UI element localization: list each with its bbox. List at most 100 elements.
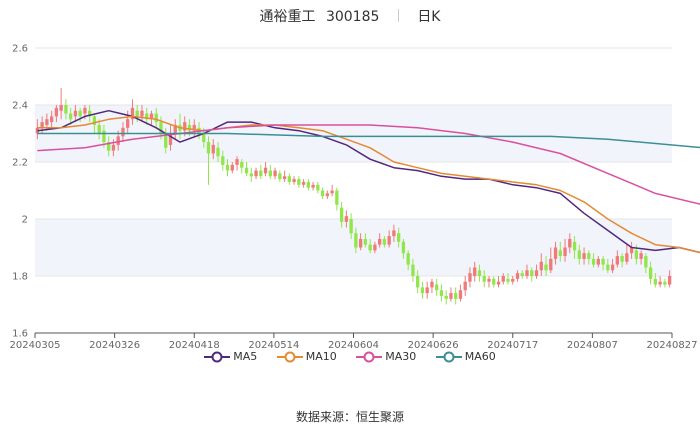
candle-body xyxy=(368,244,372,251)
legend-label: MA60 xyxy=(464,350,496,363)
y-tick-label: 1.6 xyxy=(12,329,28,340)
candle-body xyxy=(221,156,225,165)
candle-body xyxy=(216,147,220,157)
legend-item-ma60[interactable]: MA60 xyxy=(435,350,496,363)
legend-label: MA10 xyxy=(305,350,337,363)
candle-body xyxy=(435,284,439,291)
candle-body xyxy=(78,110,82,117)
candle-body xyxy=(411,264,415,276)
candle-body xyxy=(549,258,553,271)
candle-body xyxy=(658,281,662,285)
candle xyxy=(249,167,253,182)
candle-body xyxy=(111,144,116,151)
y-tick-label: 2 xyxy=(22,215,28,226)
candle-body xyxy=(558,250,562,257)
candle-body xyxy=(54,107,59,117)
candle-body xyxy=(520,273,524,276)
candle xyxy=(658,276,662,288)
candle-body xyxy=(316,184,320,191)
candle xyxy=(282,170,287,182)
legend-marker-icon xyxy=(435,351,462,363)
candle-body xyxy=(259,170,263,177)
candle-body xyxy=(468,273,472,282)
candle-body xyxy=(254,170,258,177)
candle-body xyxy=(244,167,249,174)
legend-marker-icon xyxy=(356,351,383,363)
candle-body xyxy=(496,281,501,285)
candle-body xyxy=(211,144,215,154)
y-axis-ticks: 1.6 1.8 2 2.2 2.4 2.6 xyxy=(12,44,28,340)
candle xyxy=(449,287,453,302)
candle xyxy=(320,187,325,200)
candle-body xyxy=(644,256,648,268)
candle xyxy=(325,190,330,200)
legend-item-ma5[interactable]: MA5 xyxy=(204,350,257,363)
candle-body xyxy=(454,293,458,299)
candle-body xyxy=(487,278,491,282)
candle-body xyxy=(401,241,406,254)
candle-body xyxy=(596,258,600,265)
legend-item-ma10[interactable]: MA10 xyxy=(276,350,337,363)
legend-marker-icon xyxy=(276,351,303,363)
candle-body xyxy=(59,105,63,111)
candle xyxy=(273,167,277,180)
candle-body xyxy=(492,278,496,285)
candle-body xyxy=(297,179,301,185)
candle-body xyxy=(577,250,581,259)
candle-body xyxy=(473,267,477,276)
y-tick-label: 1.8 xyxy=(12,272,28,283)
candle-body xyxy=(320,190,325,197)
candle-body xyxy=(615,256,619,265)
candle-body xyxy=(553,247,558,259)
candle-body xyxy=(49,116,54,123)
candle-body xyxy=(648,267,653,279)
candle-body xyxy=(477,270,482,276)
candle-body xyxy=(591,258,596,265)
legend-item-ma30[interactable]: MA30 xyxy=(356,350,416,363)
candle-body xyxy=(292,179,296,182)
candle-body xyxy=(463,281,467,291)
candle-body xyxy=(121,127,125,137)
candle-body xyxy=(363,238,368,245)
candle-body xyxy=(83,107,87,114)
candle-body xyxy=(667,276,672,285)
y-tick-label: 2.6 xyxy=(12,44,28,55)
candle-body xyxy=(278,173,282,180)
candle-body xyxy=(344,216,349,222)
candle-body xyxy=(282,176,287,180)
candle-body xyxy=(273,170,277,177)
candle-body xyxy=(235,159,239,165)
candle-body xyxy=(377,238,382,245)
candle xyxy=(301,179,306,188)
candle-body xyxy=(225,164,230,171)
candle-body xyxy=(511,278,515,282)
candle xyxy=(268,164,272,180)
candle-body xyxy=(430,281,434,288)
candle-body xyxy=(572,241,577,251)
candle-body xyxy=(183,122,187,131)
candle-body xyxy=(439,290,444,296)
candle-body xyxy=(64,105,68,114)
candle xyxy=(316,181,320,194)
candle-body xyxy=(458,290,463,299)
legend-marker-icon xyxy=(204,351,231,363)
candle-body xyxy=(625,253,629,262)
candle-body xyxy=(663,281,667,285)
candle-body xyxy=(416,276,420,288)
candle xyxy=(435,278,439,296)
candle-body xyxy=(73,110,78,117)
candle xyxy=(278,170,282,182)
candle xyxy=(425,281,429,299)
candle-body xyxy=(154,113,158,123)
candle xyxy=(439,284,444,302)
candle-body xyxy=(396,233,401,242)
candle-body xyxy=(116,136,120,145)
candle xyxy=(230,162,234,174)
data-source: 数据来源：恒生聚源 xyxy=(295,410,404,424)
candle xyxy=(292,176,296,185)
candle xyxy=(458,284,463,302)
candle xyxy=(511,276,515,285)
candle-body xyxy=(420,287,425,294)
candle-body xyxy=(45,119,49,125)
candle-body xyxy=(449,293,453,299)
